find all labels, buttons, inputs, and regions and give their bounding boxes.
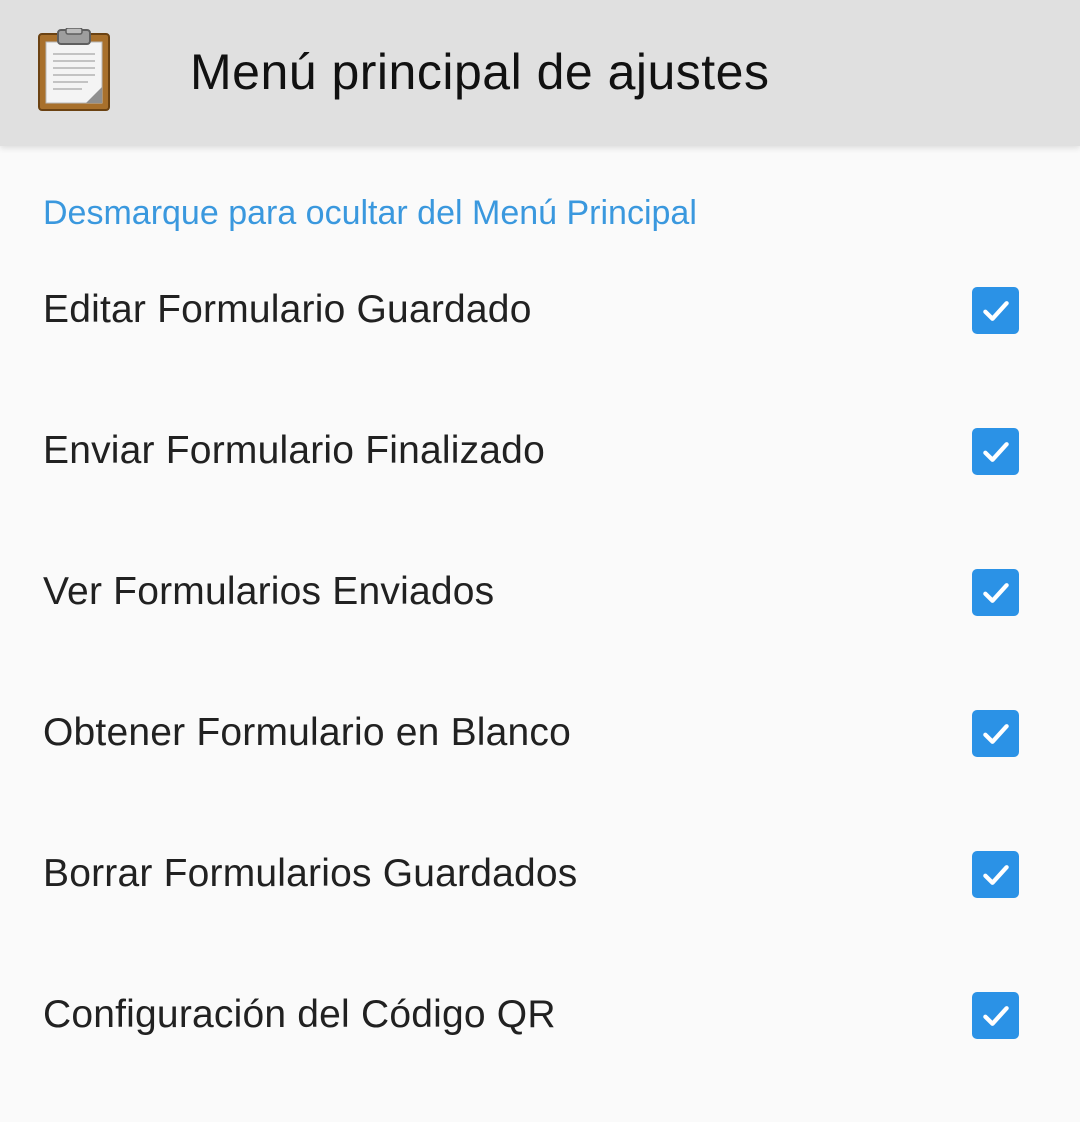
- checkbox-borrar-formularios-guardados[interactable]: [972, 851, 1019, 898]
- pref-row-configuracion-codigo-qr[interactable]: Configuración del Código QR: [0, 944, 1080, 1085]
- page-title: Menú principal de ajustes: [190, 44, 770, 100]
- pref-row-obtener-formulario-en-blanco[interactable]: Obtener Formulario en Blanco: [0, 662, 1080, 803]
- checkbox-configuracion-codigo-qr[interactable]: [972, 992, 1019, 1039]
- clipboard-icon: [36, 27, 112, 112]
- checkbox-ver-formularios-enviados[interactable]: [972, 569, 1019, 616]
- preferences-list: Desmarque para ocultar del Menú Principa…: [0, 0, 1080, 1039]
- checkmark-icon: [982, 441, 1009, 462]
- section-header: Desmarque para ocultar del Menú Principa…: [43, 194, 697, 232]
- checkmark-icon: [982, 723, 1009, 744]
- checkbox-enviar-formulario-finalizado[interactable]: [972, 428, 1019, 475]
- checkmark-icon: [982, 300, 1009, 321]
- pref-row-ver-formularios-enviados[interactable]: Ver Formularios Enviados: [0, 521, 1080, 662]
- pref-label: Ver Formularios Enviados: [43, 569, 495, 613]
- pref-row-borrar-formularios-guardados[interactable]: Borrar Formularios Guardados: [0, 803, 1080, 944]
- pref-row-enviar-formulario-finalizado[interactable]: Enviar Formulario Finalizado: [0, 380, 1080, 521]
- checkmark-icon: [982, 1005, 1009, 1026]
- pref-label: Obtener Formulario en Blanco: [43, 710, 572, 754]
- checkmark-icon: [982, 582, 1009, 603]
- pref-label: Enviar Formulario Finalizado: [43, 428, 545, 472]
- pref-label: Editar Formulario Guardado: [43, 287, 532, 331]
- checkbox-editar-formulario-guardado[interactable]: [972, 287, 1019, 334]
- pref-row-editar-formulario-guardado[interactable]: Editar Formulario Guardado: [0, 239, 1080, 380]
- pref-label: Configuración del Código QR: [43, 992, 556, 1036]
- app-bar: Menú principal de ajustes: [0, 0, 1080, 146]
- checkmark-icon: [982, 864, 1009, 885]
- pref-label: Borrar Formularios Guardados: [43, 851, 578, 895]
- checkbox-obtener-formulario-en-blanco[interactable]: [972, 710, 1019, 757]
